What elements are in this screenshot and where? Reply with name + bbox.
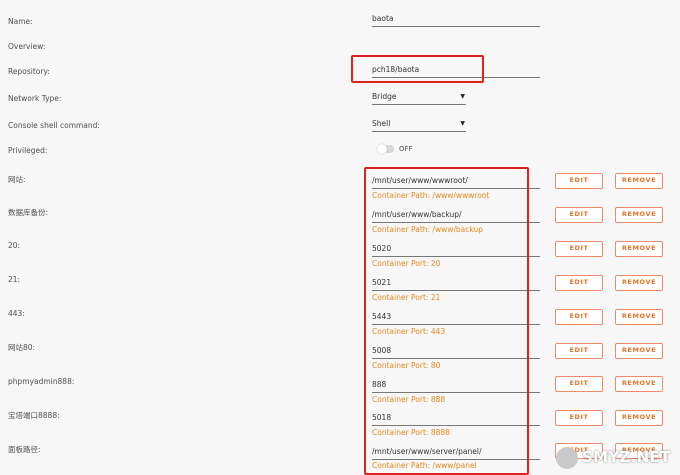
mapping-label: 443: — [8, 309, 25, 318]
name-field[interactable]: baota — [372, 13, 540, 27]
mapping-hint: Container Port: 20 — [372, 259, 441, 268]
remove-button[interactable]: REMOVE — [615, 309, 663, 325]
name-label: Name: — [8, 17, 33, 26]
privileged-state: OFF — [399, 145, 413, 153]
edit-button[interactable]: EDIT — [555, 275, 603, 291]
edit-button[interactable]: EDIT — [555, 173, 603, 189]
mapping-label: 21: — [8, 275, 21, 284]
console-shell-label: Console shell command: — [8, 121, 100, 130]
mapping-hint: Container Path: /www/wwwroot — [372, 191, 490, 200]
network-type-select[interactable]: Bridge ▼ — [372, 91, 466, 105]
edit-button[interactable]: EDIT — [555, 343, 603, 359]
edit-button[interactable]: EDIT — [555, 241, 603, 257]
repository-label: Repository: — [8, 67, 50, 76]
edit-button[interactable]: EDIT — [555, 410, 603, 426]
remove-button[interactable]: REMOVE — [615, 343, 663, 359]
toggle-knob — [377, 144, 387, 154]
remove-button[interactable]: REMOVE — [615, 241, 663, 257]
mapping-hint: Container Path: /www/panel — [372, 461, 477, 470]
mapping-value-field[interactable]: 5008 — [372, 345, 540, 359]
mapping-label: 网站: — [8, 175, 26, 184]
mapping-value-field[interactable]: /mnt/user/www/wwwroot/ — [372, 175, 540, 189]
mapping-hint: Container Port: 21 — [372, 293, 441, 302]
network-type-value: Bridge — [372, 92, 397, 101]
mapping-label: 20: — [8, 241, 21, 250]
mapping-hint: Container Path: /www/backup — [372, 225, 483, 234]
network-type-label: Network Type: — [8, 94, 62, 103]
mapping-label: 网站80: — [8, 343, 36, 352]
mapping-label: 面板路径: — [8, 445, 41, 454]
mapping-label: phpmyadmin888: — [8, 377, 75, 386]
edit-button[interactable]: EDIT — [555, 376, 603, 392]
mapping-label: 宝塔端口8888: — [8, 411, 60, 420]
repository-field[interactable]: pch18/baota — [372, 64, 540, 78]
privileged-toggle[interactable] — [377, 144, 394, 154]
watermark: SMYZ.NET — [556, 447, 674, 471]
caret-down-icon: ▼ — [460, 93, 465, 100]
mapping-value-field[interactable]: 5021 — [372, 277, 540, 291]
remove-button[interactable]: REMOVE — [615, 275, 663, 291]
mapping-hint: Container Port: 443 — [372, 327, 446, 336]
mapping-hint: Container Port: 888 — [372, 395, 446, 404]
remove-button[interactable]: REMOVE — [615, 376, 663, 392]
mapping-hint: Container Port: 8888 — [372, 428, 450, 437]
mapping-hint: Container Port: 80 — [372, 361, 441, 370]
mapping-label: 数据库备份: — [8, 208, 49, 217]
edit-button[interactable]: EDIT — [555, 207, 603, 223]
remove-button[interactable]: REMOVE — [615, 173, 663, 189]
console-shell-select[interactable]: Shell ▼ — [372, 118, 466, 132]
mapping-value-field[interactable]: /mnt/user/www/server/panel/ — [372, 446, 540, 460]
watermark-text: SMYZ.NET — [582, 448, 671, 466]
overview-label: Overview: — [8, 42, 46, 51]
privileged-label: Privileged: — [8, 146, 48, 155]
remove-button[interactable]: REMOVE — [615, 207, 663, 223]
console-shell-value: Shell — [372, 119, 391, 128]
mapping-value-field[interactable]: 888 — [372, 379, 540, 393]
mapping-value-field[interactable]: 5020 — [372, 243, 540, 257]
mapping-value-field[interactable]: /mnt/user/www/backup/ — [372, 209, 540, 223]
mapping-value-field[interactable]: 5443 — [372, 311, 540, 325]
caret-down-icon: ▼ — [460, 120, 465, 127]
watermark-logo-icon — [556, 447, 578, 469]
remove-button[interactable]: REMOVE — [615, 410, 663, 426]
mapping-value-field[interactable]: 5018 — [372, 412, 540, 426]
edit-button[interactable]: EDIT — [555, 309, 603, 325]
